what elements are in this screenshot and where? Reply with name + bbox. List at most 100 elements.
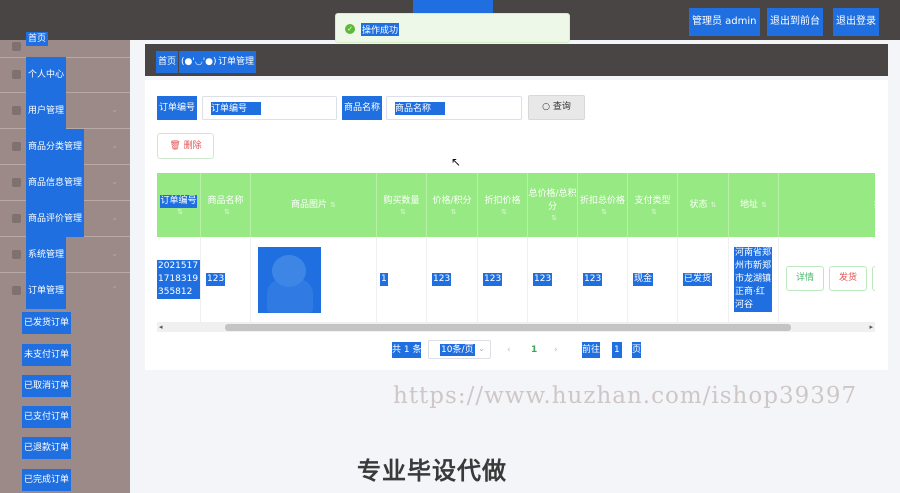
sort-icon[interactable]: ⇅ [177, 208, 183, 216]
chevron-down-icon: ⌄ [111, 141, 118, 150]
sidebar-item-users[interactable]: 用户管理 ⌄ [0, 93, 130, 129]
sort-icon[interactable]: ⇅ [601, 208, 607, 216]
query-button[interactable]: ○ 查询 [528, 95, 585, 120]
product-icon [12, 178, 21, 187]
breadcrumb-face: (●'◡'●) [179, 51, 219, 73]
watermark-url: https://www.huzhan.com/ishop39397 [393, 383, 858, 409]
chevron-down-icon: ⌄ [111, 105, 118, 114]
sidebar-item-label: 个人中心 [26, 57, 67, 93]
scrollbar-thumb[interactable] [225, 324, 791, 331]
sort-icon[interactable]: ⇅ [551, 214, 557, 222]
sidebar-item-label: 商品评价管理 [26, 201, 85, 237]
sort-icon[interactable]: ⇅ [651, 208, 657, 216]
cell-discount-price: 123 [478, 237, 528, 323]
sort-icon[interactable]: ⇅ [330, 201, 336, 209]
order-no-field[interactable] [202, 96, 337, 120]
detail-button[interactable]: 详情 [786, 266, 824, 291]
page-unit: 页 [632, 342, 642, 358]
column-header[interactable]: 价格/积分 ⇅ [427, 173, 478, 237]
scroll-left-icon[interactable]: ◂ [159, 323, 163, 332]
subitem-shipped-orders[interactable]: 已发货订单 [22, 312, 72, 334]
sort-icon[interactable]: ⇅ [501, 208, 507, 216]
admin-label: 管理员 admin [689, 8, 760, 36]
cell-quantity: 1 [377, 237, 427, 323]
search-icon: ○ [542, 102, 550, 112]
cell-status: 已发货 [678, 237, 729, 323]
home-icon [12, 42, 21, 51]
order-no-input[interactable] [211, 102, 261, 115]
scroll-right-icon[interactable]: ▸ [869, 323, 873, 332]
chevron-down-icon: ⌄ [111, 177, 118, 186]
sidebar-item-profile[interactable]: 个人中心 [0, 57, 130, 93]
sidebar-item-orders[interactable]: 订单管理 ⌃ [0, 273, 130, 309]
sidebar-item-system[interactable]: 系统管理 ⌄ [0, 237, 130, 273]
sidebar: 首页 个人中心 用户管理 ⌄ 商品分类管理 ⌄ 商品信息管理 ⌄ 商品评价管理 … [0, 32, 130, 493]
subitem-unpaid-orders[interactable]: 未支付订单 [22, 344, 72, 366]
sidebar-item-label: 首页 [26, 32, 49, 46]
product-thumbnail [258, 246, 321, 313]
sort-icon[interactable]: ⇅ [711, 201, 717, 209]
chevron-down-icon: ⌄ [478, 344, 485, 353]
product-name-field[interactable] [386, 96, 522, 120]
sort-icon[interactable]: ⇅ [400, 208, 406, 216]
user-icon [12, 70, 21, 79]
page-size-select[interactable]: 10条/页 ⌄ [428, 340, 491, 359]
subitem-paid-orders[interactable]: 已支付订单 [22, 406, 72, 428]
column-header[interactable]: 支付类型 ⇅ [628, 173, 678, 237]
sidebar-item-home[interactable]: 首页 [0, 22, 130, 58]
column-header[interactable]: 地址 ⇅ [729, 173, 779, 237]
next-page-icon[interactable]: › [554, 342, 558, 358]
column-header[interactable]: 商品图片 ⇅ [251, 173, 377, 237]
success-toast: ✓ 操作成功 [335, 13, 570, 43]
cell-product-name: 123 [201, 237, 251, 323]
product-name-input[interactable] [395, 102, 445, 115]
column-header[interactable]: 商品名称 ⇅ [201, 173, 251, 237]
goto-label: 前往 [582, 342, 601, 358]
product-name-label: 商品名称 [342, 96, 383, 120]
column-header[interactable]: 总价格/总积分 ⇅ [528, 173, 578, 237]
breadcrumb-home[interactable]: 首页 [156, 51, 179, 73]
breadcrumb-current: 订单管理 [216, 51, 257, 73]
category-icon [12, 142, 21, 151]
to-front-button[interactable]: 退出到前台 [767, 8, 823, 36]
column-header[interactable]: 折扣总价格 ⇅ [578, 173, 628, 237]
system-icon [12, 250, 21, 259]
cell-actions: 详情 发货 [779, 237, 875, 323]
column-header[interactable]: 购买数量 ⇅ [377, 173, 427, 237]
cell-address: 河南省郑州市新郑市龙湖镇正商·红河谷 [729, 237, 779, 323]
query-button-label: 查询 [552, 102, 571, 112]
goto-input[interactable]: 1 [612, 342, 622, 358]
sidebar-item-label: 系统管理 [26, 237, 67, 273]
cell-pay-type: 现金 [628, 237, 678, 323]
subitem-completed-orders[interactable]: 已完成订单 [22, 469, 72, 491]
order-icon [12, 286, 21, 295]
mouse-cursor-icon: ↖ [451, 155, 462, 169]
prev-page-icon[interactable]: ‹ [507, 342, 511, 358]
sidebar-item-label: 用户管理 [26, 93, 67, 129]
logout-button[interactable]: 退出登录 [833, 8, 879, 36]
page-size-value: 10条/页 [440, 344, 475, 356]
column-header[interactable]: 订单编号 ⇅ [157, 173, 201, 237]
watermark-text: 专业毕设代做 [357, 457, 507, 485]
delete-button[interactable]: 🗑 删除 [157, 133, 214, 159]
more-action-button[interactable] [872, 266, 875, 291]
orders-table: 订单编号 ⇅ 商品名称 ⇅ 商品图片 ⇅ 购买数量 ⇅ 价格/积分 ⇅ 折扣价格 ⇅ 总价格… [157, 173, 875, 323]
subitem-refunded-orders[interactable]: 已退款订单 [22, 437, 72, 459]
cell-total: 123 [528, 237, 578, 323]
column-header[interactable]: 状态 ⇅ [678, 173, 729, 237]
sort-icon[interactable]: ⇅ [224, 208, 230, 216]
sidebar-item-category[interactable]: 商品分类管理 ⌄ [0, 129, 130, 165]
sidebar-item-label: 订单管理 [26, 273, 67, 309]
cell-discount-total: 123 [578, 237, 628, 323]
sidebar-item-product[interactable]: 商品信息管理 ⌄ [0, 165, 130, 201]
column-header[interactable]: 折扣价格 ⇅ [478, 173, 528, 237]
users-icon [12, 106, 21, 115]
pagination-total: 共 1 条 [392, 342, 422, 358]
sort-icon[interactable]: ⇅ [451, 208, 457, 216]
ship-button[interactable]: 发货 [829, 266, 867, 291]
sidebar-item-review[interactable]: 商品评价管理 ⌄ [0, 201, 130, 237]
subitem-cancelled-orders[interactable]: 已取消订单 [22, 375, 72, 397]
horizontal-scrollbar[interactable]: ◂ ▸ [157, 323, 875, 332]
current-page[interactable]: 1 [531, 342, 537, 358]
sort-icon[interactable]: ⇅ [761, 201, 767, 209]
